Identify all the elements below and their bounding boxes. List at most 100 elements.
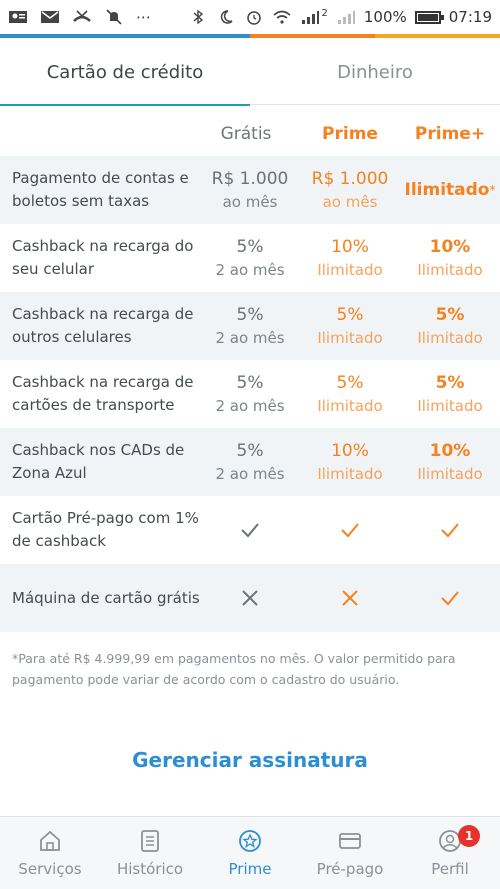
nav-label: Perfil [431,860,469,878]
cell-subtext: 2 ao mês [215,260,285,279]
cell-subtext: Ilimitado [417,328,483,347]
nav-item-pre-pago[interactable]: Pré-pago [300,817,400,889]
footnote-marker: * [489,182,496,197]
cell-subtext: Ilimitado [417,396,483,415]
gratis-cell: 5% 2 ao mês [200,224,300,292]
gratis-cell: 5% 2 ao mês [200,428,300,496]
plans-header: Grátis Prime Prime+ [0,112,500,156]
cell-subtext: 2 ao mês [215,396,285,415]
prime-plus-cell: 10% Ilimitado [400,428,500,496]
plan-prime-plus-header: Prime+ [414,124,486,144]
battery-icon [414,10,444,24]
battery-percentage: 100% [363,8,407,26]
document-icon [141,830,159,852]
wifi-icon [272,10,291,24]
cell-value: 5% [435,304,465,325]
tab-cartao-de-credito[interactable]: Cartão de crédito [0,38,250,106]
cell-value: 5% [336,372,364,393]
prime-cell: 10% Ilimitado [300,428,400,496]
check-icon [441,591,459,606]
more-notifications-icon: ⋯ [136,8,151,26]
cell-subtext: Ilimitado [417,260,483,279]
cell-value: 5% [236,372,264,393]
prime-cell [300,564,400,632]
table-row: Pagamento de contas e boletos sem taxas … [0,156,500,224]
prime-plus-cell [400,564,500,632]
system-icons: 2 100% 07:19 [188,7,492,26]
mute-bell-icon [106,9,122,25]
prime-cell: R$ 1.000 ao mês [300,156,400,224]
nav-item-prime[interactable]: Prime [200,817,300,889]
cell-subtext: ao mês [322,192,378,211]
alarm-icon [246,11,261,25]
plan-prime-header: Prime [322,124,378,144]
cell-value-text: Ilimitado [404,179,490,200]
prime-cell: 10% Ilimitado [300,224,400,292]
sim-2-label: 2 [321,7,328,19]
home-icon [40,830,60,851]
tab-divider [250,104,500,105]
row-label: Cashback nos CADs de Zona Azul [12,441,185,482]
cell-value: 5% [236,440,264,461]
signal-icon [301,11,319,24]
manage-subscription-button[interactable]: Gerenciar assinatura [0,748,500,772]
nav-label: Prime [228,860,272,878]
card-icon [339,833,361,849]
cell-value: 10% [331,236,369,257]
prime-plus-cell: Ilimitado* [400,156,500,224]
gratis-cell [200,496,300,564]
status-bar: ⋯ 2 100% 07:19 [0,0,500,34]
table-row: Cashback na recarga de cartões de transp… [0,360,500,428]
cell-value: 10% [331,440,369,461]
row-label: Cashback na recarga de cartões de transp… [12,373,194,414]
cell-subtext: Ilimitado [317,260,383,279]
contact-card-icon [9,11,27,23]
check-icon [241,523,259,538]
cell-value: R$ 1.000 [211,168,289,189]
cell-subtext: 2 ao mês [215,328,285,347]
nav-item-perfil[interactable]: Perfil 1 [400,817,500,889]
bottom-navigation: Serviços Histórico Prime Pré-pago Perfil… [0,816,500,889]
plan-gratis-header: Grátis [220,124,272,144]
notification-badge: 1 [458,825,480,847]
cell-value: 5% [236,304,264,325]
prime-cell: 5% Ilimitado [300,360,400,428]
cell-subtext: Ilimitado [317,464,383,483]
signal-2-icon [337,11,355,24]
table-row: Cashback na recarga do seu celular 5% 2 … [0,224,500,292]
prime-plus-cell: 5% Ilimitado [400,360,500,428]
row-label: Cashback na recarga do seu celular [12,237,194,278]
notification-icons: ⋯ [8,8,151,26]
footnote-text: *Para até R$ 4.999,99 em pagamentos no m… [12,651,456,687]
cell-subtext: Ilimitado [317,328,383,347]
nav-item-servicos[interactable]: Serviços [0,817,100,889]
cell-value: Ilimitado* [405,179,496,202]
nav-label: Pré-pago [316,860,384,878]
cell-value: 5% [236,236,264,257]
cell-subtext: ao mês [222,192,278,211]
row-label: Cartão Pré-pago com 1% de cashback [12,509,199,550]
missed-call-icon [73,10,91,22]
table-row: Cashback na recarga de outros celulares … [0,292,500,360]
gratis-cell: 5% 2 ao mês [200,360,300,428]
row-label: Cashback na recarga de outros celulares [12,305,194,346]
nav-item-historico[interactable]: Histórico [100,817,200,889]
tab-dinheiro[interactable]: Dinheiro [250,38,500,106]
cell-value: R$ 1.000 [311,168,389,189]
row-label: Máquina de cartão grátis [12,588,200,607]
check-icon [341,523,359,538]
table-row: Máquina de cartão grátis [0,564,500,632]
cell-value: 10% [429,440,471,461]
clock: 07:19 [448,8,492,26]
prime-plus-cell: 10% Ilimitado [400,224,500,292]
gratis-cell: 5% 2 ao mês [200,292,300,360]
table-row: Cartão Pré-pago com 1% de cashback [0,496,500,564]
cell-value: 10% [429,236,471,257]
check-icon [441,523,459,538]
cell-value: 5% [435,372,465,393]
nav-label: Serviços [18,860,82,878]
cell-value: 5% [336,304,364,325]
star-badge-icon [239,830,261,852]
gratis-cell [200,564,300,632]
cross-icon [342,590,358,606]
